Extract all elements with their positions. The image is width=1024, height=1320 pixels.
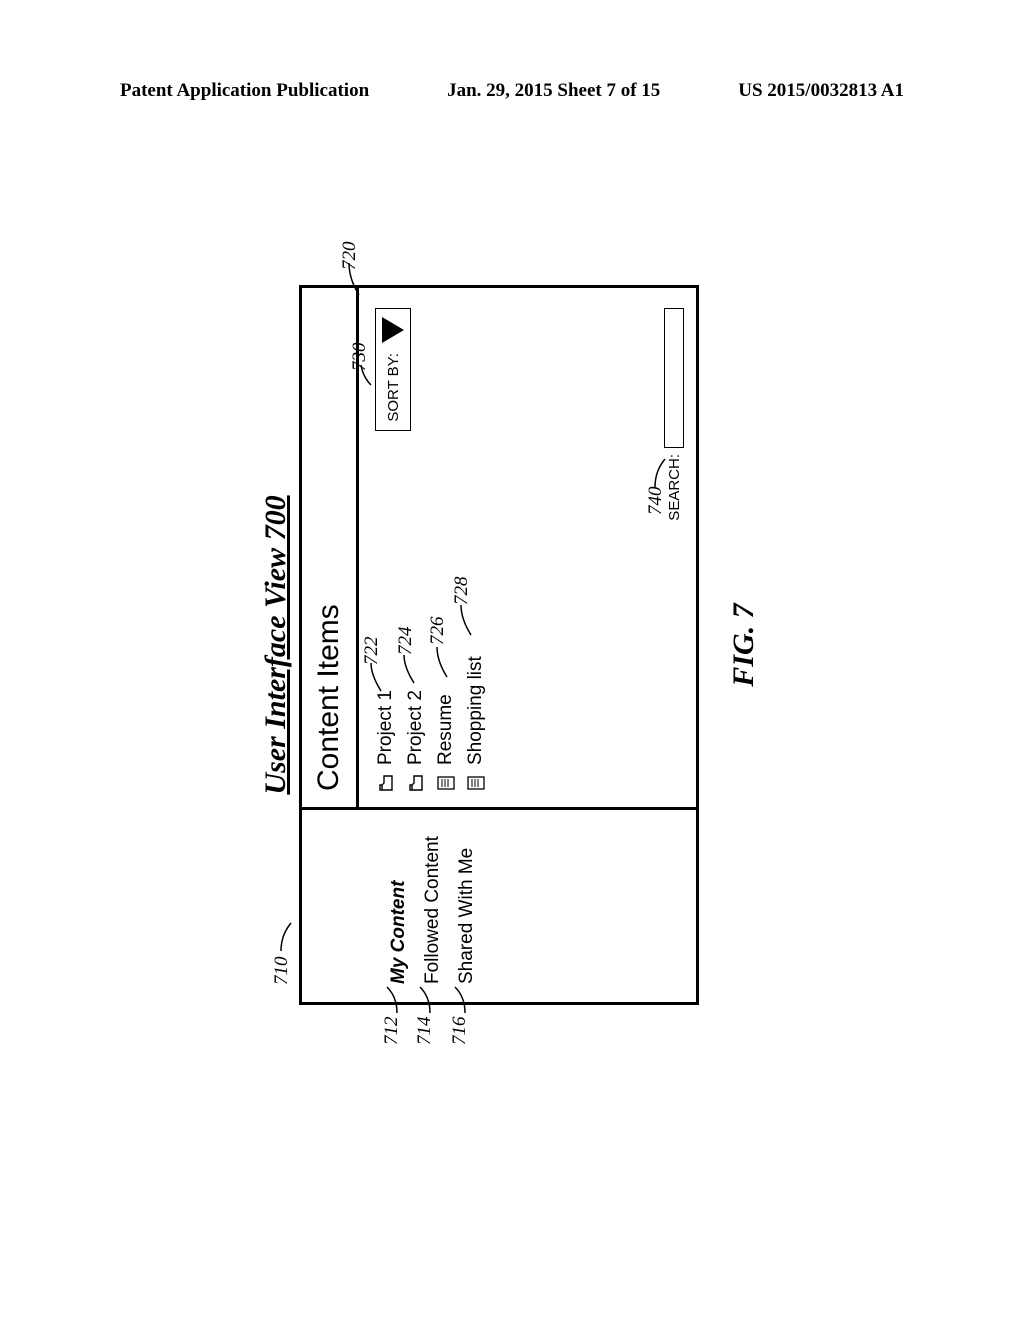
ref-712: 712 xyxy=(381,1017,403,1046)
figure-area: User Interface View 700 My Content Follo… xyxy=(120,170,900,1120)
nav-pane: My Content Followed Content Shared With … xyxy=(302,807,696,1002)
figure-label: FIG. 7 xyxy=(727,603,761,686)
patent-page: Patent Application Publication Jan. 29, … xyxy=(0,0,1024,1320)
ref-740: 740 xyxy=(645,487,667,516)
leader-line xyxy=(653,451,667,489)
leader-line xyxy=(279,915,293,953)
leader-line xyxy=(418,977,432,1015)
folder-icon xyxy=(376,775,396,791)
leader-line xyxy=(453,977,467,1015)
folder-icon xyxy=(406,775,426,791)
leader-line xyxy=(459,599,473,637)
leader-line xyxy=(359,349,373,387)
nav-item-label: My Content xyxy=(388,881,409,984)
item-label: Shopping list xyxy=(465,656,487,765)
item-label: Project 1 xyxy=(375,690,397,765)
ref-710: 710 xyxy=(271,957,293,986)
chevron-down-icon xyxy=(382,317,404,343)
list-item[interactable]: Resume xyxy=(435,304,457,791)
leader-line xyxy=(402,647,416,685)
document-icon xyxy=(466,775,486,791)
sort-by-control[interactable]: SORT BY: xyxy=(375,308,411,431)
nav-item-shared-with-me[interactable]: Shared With Me xyxy=(450,810,484,1002)
ui-window: My Content Followed Content Shared With … xyxy=(299,285,699,1005)
ref-716: 716 xyxy=(449,1017,471,1046)
leader-line xyxy=(347,259,361,297)
leader-line xyxy=(369,655,383,693)
item-label: Resume xyxy=(435,694,457,765)
nav-item-label: Followed Content xyxy=(422,836,443,984)
document-icon xyxy=(436,775,456,791)
rotated-figure: User Interface View 700 My Content Follo… xyxy=(259,285,761,1005)
leader-line xyxy=(435,641,449,679)
nav-item-followed-content[interactable]: Followed Content xyxy=(416,810,450,1002)
search-input[interactable] xyxy=(664,308,684,448)
nav-item-label: Shared With Me xyxy=(456,848,477,984)
nav-item-my-content[interactable]: My Content xyxy=(382,810,416,1002)
ref-714: 714 xyxy=(414,1017,436,1046)
list-item[interactable]: Shopping list xyxy=(465,304,487,791)
header-left: Patent Application Publication xyxy=(120,80,369,102)
search-label: SEARCH: xyxy=(666,454,683,521)
header-center: Jan. 29, 2015 Sheet 7 of 15 xyxy=(447,80,660,102)
item-label: Project 2 xyxy=(405,690,427,765)
content-body: Project 1 Project 2 xyxy=(359,288,696,807)
leader-line xyxy=(385,977,399,1015)
sort-label: SORT BY: xyxy=(385,353,402,422)
figure-title: User Interface View 700 xyxy=(259,495,293,794)
page-header: Patent Application Publication Jan. 29, … xyxy=(0,80,1024,102)
search-control: SEARCH: xyxy=(664,308,684,521)
header-right: US 2015/0032813 A1 xyxy=(738,80,904,102)
